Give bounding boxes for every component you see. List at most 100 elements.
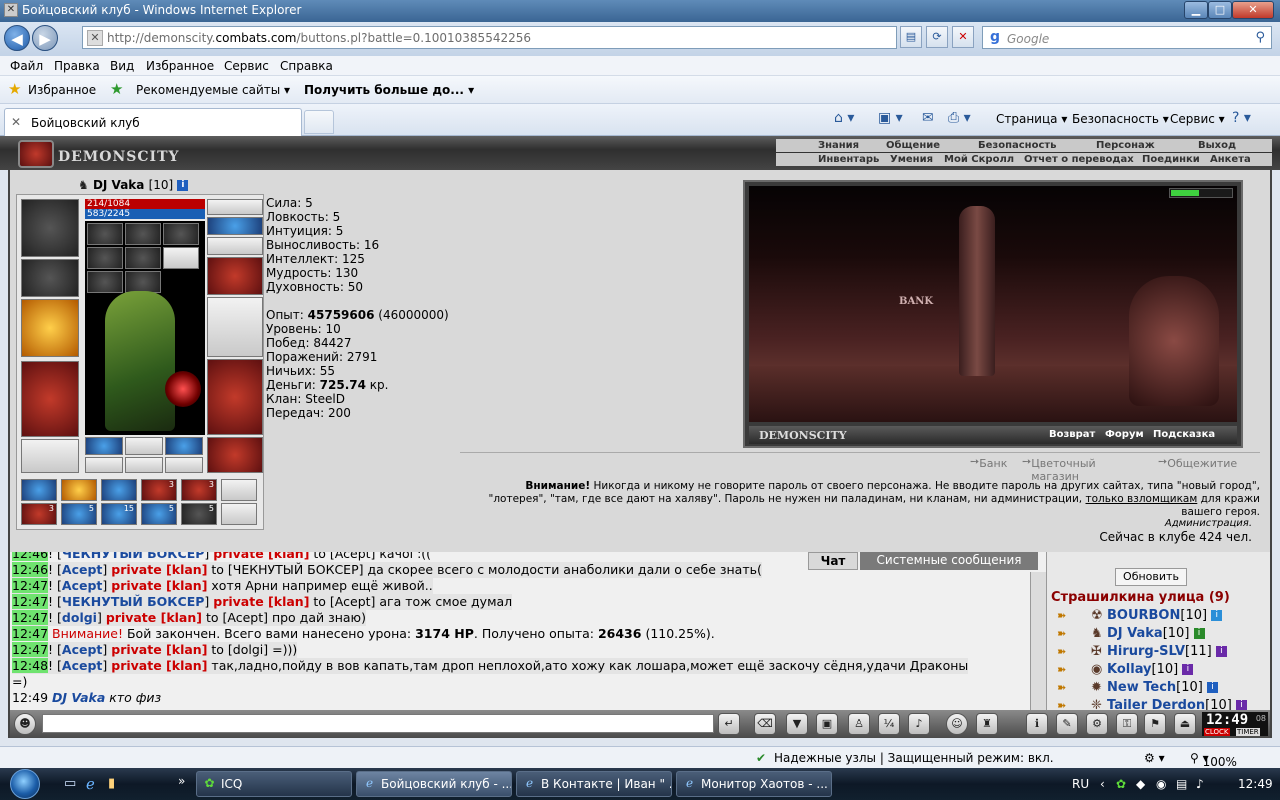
tab-system-messages[interactable]: Системные сообщения	[860, 552, 1038, 570]
amulet-slot-icon[interactable]	[207, 217, 263, 235]
user-list-item[interactable]: ➽ ✠ Hirurg-SLV[11] i	[1057, 644, 1227, 659]
search-input[interactable]: Google	[1007, 32, 1049, 46]
tray-app-icon[interactable]: ◉	[1156, 777, 1166, 791]
new-tab-button[interactable]	[304, 110, 334, 134]
forward-button[interactable]: ▶	[32, 25, 58, 51]
scroll-tool-icon[interactable]: ✎	[1056, 713, 1078, 735]
potion-slot-icon[interactable]: 3	[21, 503, 57, 525]
smiles-icon[interactable]: ☺	[946, 713, 968, 735]
tray-expand-icon[interactable]: ‹	[1100, 777, 1105, 791]
tray-app-icon[interactable]: ◆	[1136, 777, 1145, 791]
maximize-button[interactable]: □	[1208, 1, 1232, 19]
help-icon[interactable]: ? ▾	[1232, 110, 1251, 126]
task-fight-club[interactable]: ℯ Бойцовский клуб - ...	[356, 771, 512, 797]
crystal-slot-icon[interactable]: 15	[101, 503, 137, 525]
bracers-slot-icon[interactable]	[21, 259, 79, 297]
recommended-sites-link[interactable]: Рекомендуемые сайты ▾	[136, 83, 290, 97]
private-message-icon[interactable]: ➽	[1057, 663, 1091, 676]
private-message-icon[interactable]: ➽	[1057, 645, 1091, 658]
tab-chat[interactable]: Чат	[808, 552, 858, 570]
ie-quicklaunch-icon[interactable]: ℯ	[86, 775, 95, 793]
tools-menu[interactable]: Сервис ▾	[1170, 112, 1225, 126]
nav-communication[interactable]: Общение	[886, 139, 940, 152]
menu-view[interactable]: Вид	[110, 59, 134, 73]
nav-knowledge[interactable]: Знания	[818, 139, 859, 152]
filter-icon[interactable]: ▼	[786, 713, 808, 735]
page-menu[interactable]: Страница ▾	[996, 112, 1067, 126]
back-button[interactable]: ◀	[4, 25, 30, 51]
weapon-slot-icon[interactable]	[21, 299, 79, 357]
rune-slot-icon[interactable]	[87, 247, 123, 269]
compat-view-icon[interactable]: ▤	[900, 26, 922, 48]
nav-profile[interactable]: Анкета	[1210, 153, 1251, 166]
sound-icon[interactable]: ♪	[908, 713, 930, 735]
rune-slot-icon[interactable]	[163, 223, 199, 245]
private-message-icon[interactable]: ➽	[1057, 609, 1091, 622]
empty-slot[interactable]	[221, 503, 257, 525]
empty-slot[interactable]	[221, 479, 257, 501]
smile-toggle-icon[interactable]: ☻	[14, 713, 36, 735]
url-text[interactable]: http://demonscity.combats.com/buttons.pl…	[107, 31, 531, 45]
favorites-button[interactable]: Избранное	[28, 83, 96, 97]
translit-icon[interactable]: ¼	[878, 713, 900, 735]
menu-edit[interactable]: Правка	[54, 59, 100, 73]
legs-slot-icon[interactable]	[207, 359, 263, 435]
crystal-slot-icon[interactable]: 5	[61, 503, 97, 525]
return-link[interactable]: Возврат	[1049, 429, 1095, 440]
show-desktop-icon[interactable]: ▭	[64, 776, 76, 791]
refresh-button[interactable]: Обновить	[1115, 568, 1187, 586]
security-status[interactable]: Надежные узлы | Защищенный режим: вкл.	[774, 751, 1054, 765]
info-icon[interactable]: i	[177, 180, 189, 191]
hint-link[interactable]: Подсказка	[1153, 429, 1215, 440]
item-slot-icon[interactable]	[85, 437, 123, 455]
nav-security[interactable]: Безопасность	[978, 139, 1057, 152]
search-icon[interactable]: ⚲	[1255, 30, 1265, 45]
location-scene[interactable]: BANK	[749, 186, 1237, 422]
info-icon[interactable]: i	[1215, 646, 1227, 657]
nav-character[interactable]: Персонаж	[1096, 139, 1155, 152]
exit-tool-icon[interactable]: ⏏	[1174, 713, 1196, 735]
menu-help[interactable]: Справка	[280, 59, 333, 73]
rune-slot-icon[interactable]	[125, 271, 161, 293]
home-icon[interactable]: ⌂ ▾	[834, 110, 854, 126]
character-name[interactable]: ♞ DJ Vaka [10] i	[78, 178, 189, 192]
belt-slot-icon[interactable]	[21, 439, 79, 473]
refresh-icon[interactable]: ⟳	[926, 26, 948, 48]
user-list-item[interactable]: ➽ ❈ Tailer Derdon[10] i	[1057, 698, 1247, 710]
info-icon[interactable]: i	[1193, 628, 1205, 639]
private-message-icon[interactable]: ➽	[1057, 681, 1091, 694]
clear-icon[interactable]: ⌫	[754, 713, 776, 735]
nav-transfer-report[interactable]: Отчет о переводах	[1024, 153, 1134, 166]
item-slot-icon[interactable]	[165, 457, 203, 473]
task-vkontakte[interactable]: ℯВ Контакте | Иван " ...	[516, 771, 672, 797]
gloves-slot-icon[interactable]	[207, 257, 263, 295]
nav-exit[interactable]: Выход	[1198, 139, 1236, 152]
zoom-level[interactable]: ⚲ 100% ▾	[1190, 751, 1237, 769]
crystal-slot-icon[interactable]: 5	[141, 503, 177, 525]
rune-slot-icon[interactable]	[87, 223, 123, 245]
scene-building-icon[interactable]	[1129, 276, 1219, 406]
task-chaos-monitor[interactable]: ℯ Монитор Хаотов - ...	[676, 771, 832, 797]
dormitory-link[interactable]: ➙ Общежитие	[1158, 455, 1237, 470]
info-tool-icon[interactable]: ℹ	[1026, 713, 1048, 735]
get-more-addons-link[interactable]: Получить больше до... ▾	[304, 83, 474, 97]
print-icon[interactable]: ⎙ ▾	[948, 110, 971, 126]
send-icon[interactable]: ↵	[718, 713, 740, 735]
zone-icon[interactable]: ⚙ ▾	[1144, 751, 1165, 765]
search-box[interactable]: g Google ⚲	[982, 26, 1272, 49]
tab-fight-club[interactable]: ✕ Бойцовский клуб	[4, 108, 302, 136]
task-icq[interactable]: ✿ ICQ	[196, 771, 352, 797]
rings-slot-icon[interactable]	[207, 237, 263, 255]
menu-tools[interactable]: Сервис	[224, 59, 269, 73]
info-icon[interactable]: i	[1235, 700, 1247, 710]
taskbar-clock[interactable]: 12:49	[1238, 777, 1273, 791]
close-button[interactable]: ✕	[1232, 1, 1274, 19]
nav-my-scroll[interactable]: Мой Скролл	[944, 153, 1014, 166]
item-slot-icon[interactable]	[85, 457, 123, 473]
volume-icon[interactable]: ♪	[1196, 777, 1204, 791]
info-icon[interactable]: i	[1211, 610, 1223, 621]
mail-icon[interactable]: ✉	[922, 110, 934, 126]
rune-slot-icon[interactable]	[125, 247, 161, 269]
icq-tray-icon[interactable]: ✿	[1116, 777, 1126, 791]
stop-icon[interactable]: ✕	[952, 26, 974, 48]
